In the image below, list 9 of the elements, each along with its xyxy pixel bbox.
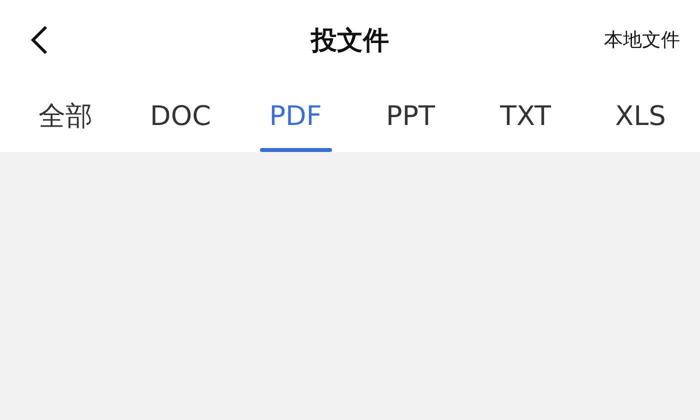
local-files-link[interactable]: 本地文件 — [604, 27, 680, 53]
file-type-tab[interactable]: 全部 — [8, 80, 123, 152]
file-type-tab[interactable]: PDF — [238, 80, 353, 152]
page-title: 投文件 — [311, 26, 389, 56]
file-type-tab[interactable]: TXT — [468, 80, 583, 152]
file-type-tab[interactable]: XLS — [583, 80, 698, 152]
file-type-tab[interactable]: DOC — [123, 80, 238, 152]
file-type-tab[interactable]: PPT — [353, 80, 468, 152]
back-icon[interactable] — [28, 24, 50, 56]
